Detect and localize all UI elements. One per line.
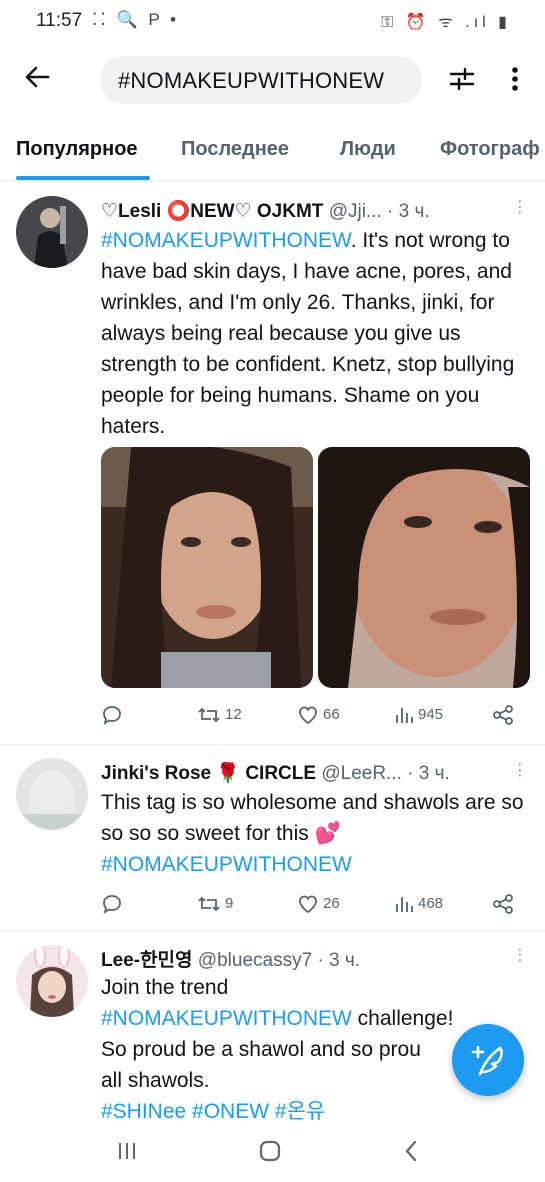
- tab-photos[interactable]: Фотограф: [440, 138, 540, 161]
- tab-popular[interactable]: Популярное: [16, 138, 138, 161]
- active-tab-indicator: [16, 176, 150, 180]
- tweet-more-icon[interactable]: ⋮: [512, 197, 528, 217]
- hashtags-line[interactable]: #SHINee #ONEW #온유: [101, 1100, 325, 1123]
- tweet-more-icon[interactable]: ⋮: [512, 945, 528, 965]
- recent-apps-icon[interactable]: [116, 1140, 138, 1162]
- retweet-icon: [198, 707, 220, 723]
- retweet-count: 9: [225, 895, 234, 913]
- views-button[interactable]: 945: [394, 700, 443, 730]
- avatar[interactable]: [16, 945, 88, 1017]
- author-name[interactable]: Lee-한민영: [101, 950, 193, 971]
- search-tabs: Популярное Последнее Люди Фотограф: [0, 128, 545, 181]
- compose-feather-icon: [471, 1045, 503, 1076]
- tweet-more-icon[interactable]: ⋮: [512, 760, 528, 780]
- status-time: 11:57: [36, 10, 83, 31]
- reply-icon: [103, 706, 121, 725]
- reply-button[interactable]: [101, 700, 123, 730]
- author-name[interactable]: ♡Lesli ⭕NEW♡ OJKMT: [101, 201, 323, 222]
- home-icon[interactable]: [257, 1138, 283, 1164]
- retweet-button[interactable]: 12: [197, 700, 242, 730]
- filter-icon[interactable]: [447, 64, 477, 94]
- tweet-actions: 9 26 468: [101, 889, 521, 919]
- tab-people[interactable]: Люди: [340, 138, 396, 161]
- tab-latest[interactable]: Последнее: [181, 138, 289, 161]
- notification-icons: ⁚⁚ 🔍 P •: [92, 10, 180, 29]
- back-nav-icon[interactable]: [400, 1138, 422, 1164]
- compose-tweet-button[interactable]: [452, 1024, 524, 1096]
- heart-icon: [299, 706, 317, 725]
- status-bar: 11:57 ⁚⁚ 🔍 P • ⚿ ⏰ ᯤ .ıl ▮: [0, 0, 545, 44]
- like-count: 66: [323, 706, 340, 724]
- hashtag-link[interactable]: #NOMAKEUPWITHONEW: [101, 229, 351, 252]
- tweet-text: This tag is so wholesome and shawols are…: [101, 791, 524, 876]
- tweet[interactable]: Jinki's Rose 🌹 CIRCLE @LeeR... · 3 ч. ⋮ …: [0, 744, 545, 931]
- reply-button[interactable]: [101, 889, 123, 919]
- share-icon: [493, 894, 513, 914]
- tweet-actions: 12 66 945: [101, 700, 521, 730]
- system-navigation-bar: [0, 1126, 545, 1182]
- views-icon: [396, 708, 413, 724]
- tweet-time: · 3 ч.: [317, 950, 361, 971]
- view-count: 468: [418, 895, 444, 913]
- author-handle[interactable]: @bluecassy7: [198, 950, 312, 971]
- reply-icon: [103, 895, 121, 914]
- share-button[interactable]: [491, 700, 515, 730]
- share-icon: [493, 705, 513, 725]
- avatar[interactable]: [16, 758, 88, 830]
- views-icon: [396, 897, 413, 913]
- retweet-icon: [198, 896, 220, 912]
- share-button[interactable]: [491, 889, 515, 919]
- view-count: 945: [418, 706, 444, 724]
- author-name[interactable]: Jinki's Rose 🌹 CIRCLE: [101, 763, 316, 784]
- author-handle[interactable]: @LeeR...: [321, 763, 402, 784]
- hashtag-link[interactable]: #NOMAKEUPWITHONEW: [101, 1007, 352, 1030]
- like-button[interactable]: 26: [297, 889, 340, 919]
- tweet-photo[interactable]: [318, 447, 530, 688]
- avatar[interactable]: [16, 196, 88, 268]
- hashtag-link[interactable]: #NOMAKEUPWITHONEW: [101, 853, 352, 876]
- tweet-time: · 3 ч.: [407, 763, 450, 784]
- heart-icon: [299, 895, 317, 914]
- tweet-photo[interactable]: [101, 447, 313, 688]
- more-options-icon[interactable]: [505, 62, 525, 96]
- like-button[interactable]: 66: [297, 700, 340, 730]
- retweet-count: 12: [225, 706, 242, 724]
- views-button[interactable]: 468: [394, 889, 443, 919]
- tweet-time: · 3 ч.: [387, 201, 430, 222]
- author-handle[interactable]: @Jji...: [329, 201, 382, 222]
- tweet-text: #NOMAKEUPWITHONEW. It's not wrong to hav…: [101, 229, 515, 438]
- system-status-icons: ⚿ ⏰ ᯤ .ıl ▮: [381, 14, 511, 31]
- like-count: 26: [323, 895, 340, 913]
- retweet-button[interactable]: 9: [197, 889, 233, 919]
- back-arrow-icon[interactable]: [22, 62, 56, 96]
- search-input[interactable]: #NOMAKEUPWITHONEW: [100, 56, 422, 104]
- search-query: #NOMAKEUPWITHONEW: [118, 68, 385, 93]
